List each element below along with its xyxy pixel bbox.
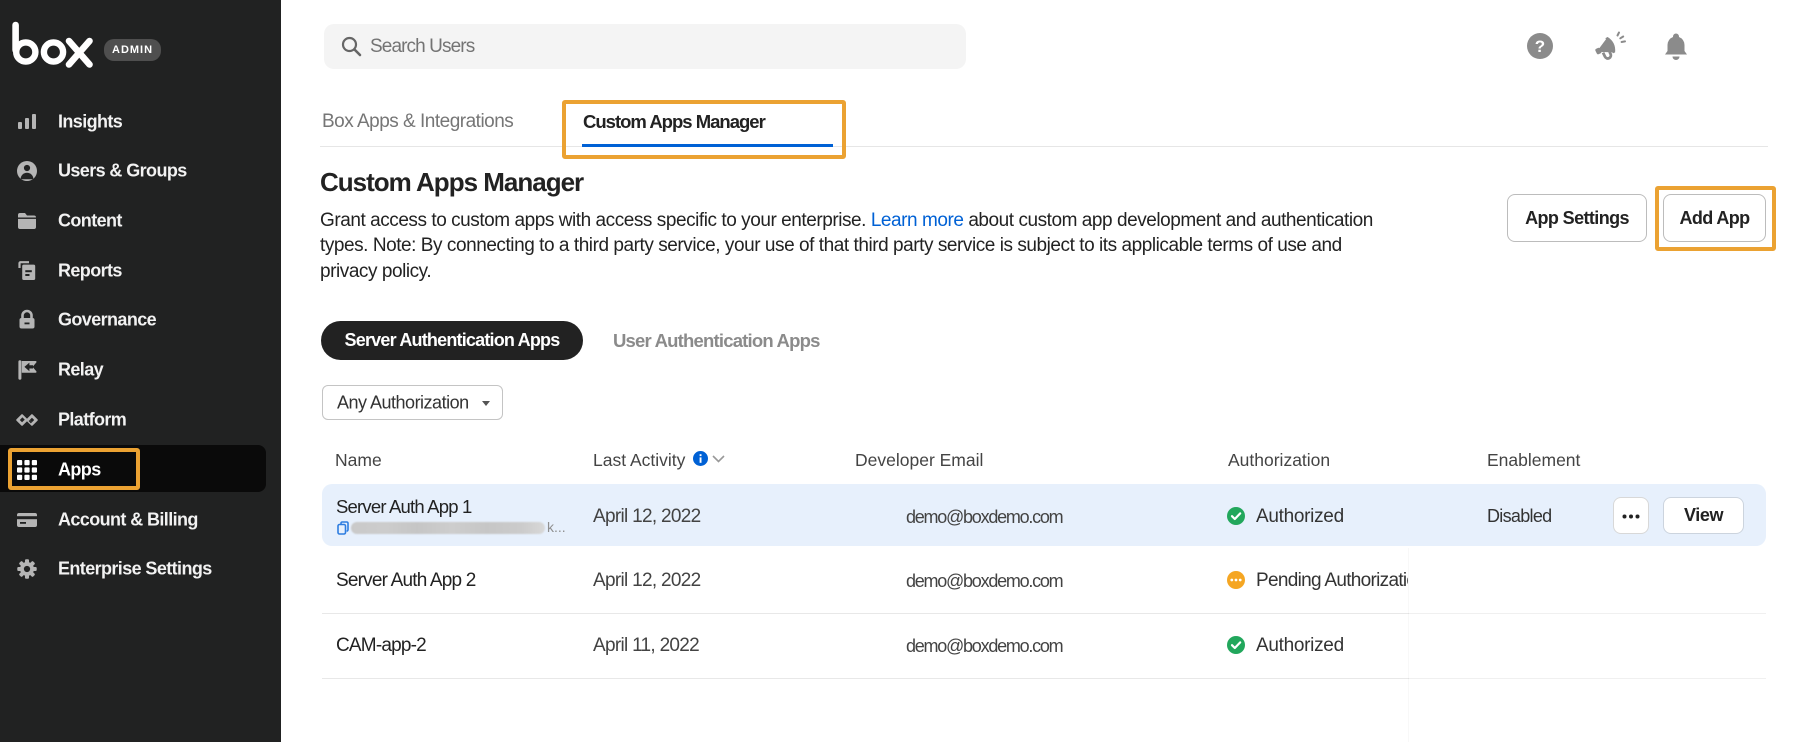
svg-text:?: ?	[1535, 37, 1545, 56]
